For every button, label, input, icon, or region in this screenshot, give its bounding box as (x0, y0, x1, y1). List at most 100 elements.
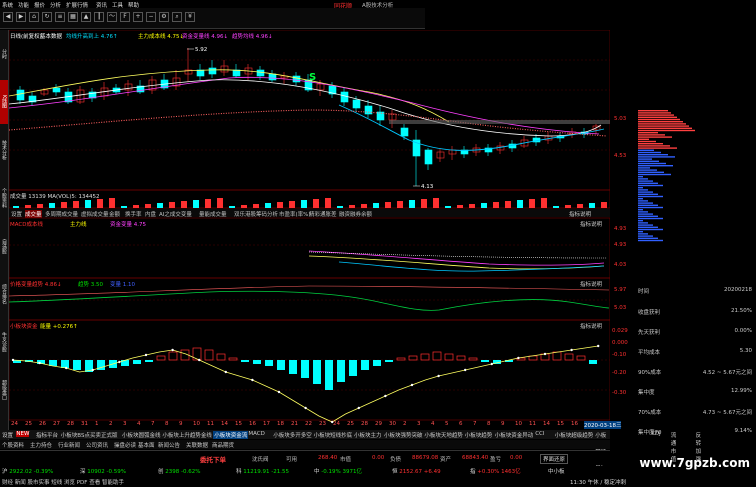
left-sidebar: 分时 K线图 技术分析 个股资料 自选股 综合排名 牛叉诊股 超级盘口 (0, 30, 9, 440)
date-tick-30: 4 (431, 421, 435, 427)
search-icon[interactable]: ⌕ (172, 12, 182, 22)
indicator-tab-volume[interactable]: 成交量 (25, 210, 42, 218)
indicator-tab-ai-volume[interactable]: AI之成交变量 (159, 210, 192, 218)
index-item-5[interactable]: 恒 2152.67 +6.49 (392, 467, 441, 475)
index-item-6[interactable]: 指 +0.30% 1463亿 (470, 467, 521, 475)
date-tick-14: 11 (207, 421, 214, 427)
list-icon[interactable]: ≡ (55, 12, 65, 22)
formula-tab-12[interactable]: 小板块天地趋势 (424, 431, 463, 439)
formula-tab-0[interactable]: 设置 (2, 431, 13, 439)
formula-tab-11[interactable]: 小板块强势突破 (384, 431, 423, 439)
restore-layout-button[interactable]: 界面还原 (540, 454, 569, 464)
indicator-tab-settings[interactable]: 设置 (11, 210, 22, 218)
formula-tab-1[interactable]: NEW (16, 431, 30, 437)
formula-tab-6[interactable]: 小板块资金流 (213, 431, 249, 439)
indicator-tab-energy[interactable]: 量能成交量 (199, 210, 227, 218)
kline-icon[interactable]: ┃ (94, 12, 104, 22)
p4-tick-0: 0.029 (612, 328, 628, 334)
indicator-desc-link-vol[interactable]: 指标说明 (569, 210, 591, 218)
index-item-0[interactable]: 沪 2922.02 -0.39% (2, 467, 53, 475)
p2-tick-0: 4.93 (614, 226, 627, 232)
sidebar-tab-timeshare[interactable]: 分时 (0, 32, 8, 76)
info-tab-related[interactable]: 关联数据 (186, 441, 208, 449)
formula-tab-9[interactable]: 小板块短线抄底 (314, 431, 353, 439)
formula-tab-4[interactable]: 小板块圆弧金线 (122, 431, 161, 439)
formula-tab-14[interactable]: 小板块资金异动 (495, 431, 534, 439)
info-tab-fundamentals[interactable]: 基本面 (138, 441, 155, 449)
sidebar-tab-watchlist[interactable]: 自选股 (0, 224, 8, 268)
indicator-tab-hk-chips[interactable]: 双乐港股筹码分析 (234, 210, 278, 218)
sidebar-tab-ranking[interactable]: 综合排名 (0, 272, 8, 316)
indicator-tab-multi-volume[interactable]: 多周期成交量 (45, 210, 78, 218)
date-tick-9: 4 (137, 421, 141, 427)
back-icon[interactable]: ◀ (3, 12, 13, 22)
formula-tab-2[interactable]: 指标平台 (36, 431, 58, 439)
home-icon[interactable]: ⌂ (29, 12, 39, 22)
chart-base-label: 基本数据 (40, 34, 63, 40)
trade-icon[interactable]: ¥ (185, 12, 195, 22)
indicator-tab-pe[interactable]: 市盈率(率%) (279, 210, 311, 218)
chart-icon[interactable]: ▲ (81, 12, 91, 22)
formula-tab-7[interactable]: MACD (248, 431, 265, 437)
trend-icon[interactable]: ～ (107, 12, 117, 22)
formula-tab-5[interactable]: 小板块上升趋势金线 (162, 431, 212, 439)
indicator-tab-virtual-volume[interactable]: 虚拟成交量 (81, 210, 109, 218)
info-tab-profile[interactable]: 个股资料 (2, 441, 24, 449)
date-tick-17: 16 (249, 421, 256, 427)
order-button[interactable]: 委托下单 (200, 454, 226, 464)
panel3-desc-link[interactable]: 指标说明 (580, 280, 602, 288)
indicator-tab-turnover[interactable]: 换手率 (125, 210, 142, 218)
index-item-4[interactable]: 中 -0.19% 3971亿 (314, 467, 362, 475)
formula-tab-18[interactable]: KDJ (651, 431, 660, 437)
formula-tab-16[interactable]: 小板块超级趋势 (555, 431, 594, 439)
p4-tick-3: -0.20 (612, 370, 627, 376)
panel4-desc-link[interactable]: 指标说明 (580, 322, 602, 330)
indicator-tab-inflation[interactable]: 精彩通胀差 (309, 210, 337, 218)
rp-row-90-cost: 90%成本 4.52 ~ 5.67元之间 (638, 370, 752, 376)
info-tab-announcements[interactable]: 新闻公告 (158, 441, 180, 449)
trade-field-3-value: 88679.08 (412, 455, 439, 461)
grid-icon[interactable]: ▦ (68, 12, 78, 22)
indicator-tab-inner[interactable]: 内盘 (145, 210, 156, 218)
date-tick-37: 11 (529, 421, 536, 427)
zoom-in-icon[interactable]: + (133, 12, 143, 22)
panel2-desc-link[interactable]: 指标说明 (580, 220, 602, 228)
sidebar-tab-diagnose[interactable]: 牛叉诊股 (0, 320, 8, 364)
sidebar-tab-tech[interactable]: 技术分析 (0, 128, 8, 172)
f10-icon[interactable]: F (120, 12, 130, 22)
stock-chart[interactable]: 5.92 S 4.13 (9, 30, 610, 450)
info-tab-must-read[interactable]: 操盘必读 (114, 441, 136, 449)
formula-tab-13[interactable]: 小板块趋势 (465, 431, 493, 439)
volume-series (13, 198, 607, 208)
chart-period-label[interactable]: 日线(前复权) (10, 32, 42, 40)
zoom-out-icon[interactable]: − (146, 12, 156, 22)
date-tick-7: 2 (109, 421, 113, 427)
indicator-tab-amount[interactable]: 金额 (109, 210, 120, 218)
p3-tick-0: 5.97 (614, 287, 627, 293)
settings-icon[interactable]: ⚙ (159, 12, 169, 22)
index-item-7[interactable]: 中小板 (548, 467, 565, 475)
formula-tab-10[interactable]: 小板块主力 (354, 431, 382, 439)
refresh-icon[interactable]: ↻ (42, 12, 52, 22)
formula-tab-15[interactable]: CCI (535, 431, 544, 437)
info-tab-futures[interactable]: 商品期货 (212, 441, 234, 449)
info-tab-holdings[interactable]: 主力持仓 (30, 441, 52, 449)
formula-tab-8[interactable]: 小板块多开多空 (273, 431, 312, 439)
date-tick-0: 24 (11, 421, 18, 427)
bottom-status-bar: 财经 新闻 股市实事 短线 浏览 PDF 查看 智能助手 11:30 午休 / … (0, 476, 756, 487)
sidebar-tab-orderbook[interactable]: 超级盘口 (0, 368, 8, 412)
index-item-2[interactable]: 创 2398 -0.62% (158, 467, 200, 475)
trade-field-5-value: 0.00 (510, 455, 523, 461)
index-item-1[interactable]: 深 10902 -0.59% (80, 467, 126, 475)
forward-icon[interactable]: ▶ (16, 12, 26, 22)
ma-magenta-label: 资金变量线 4.96↓ (182, 34, 229, 40)
sidebar-tab-kline[interactable]: K线图 (0, 80, 8, 124)
info-tab-industry-news[interactable]: 行业新闻 (58, 441, 80, 449)
index-item-3[interactable]: 科 11219.91 -21.55 (236, 467, 289, 475)
formula-tab-3[interactable]: 小板块BS点买卖正式版 (61, 431, 118, 439)
info-tab-company-news[interactable]: 公司资讯 (86, 441, 108, 449)
indicator-tab-margin[interactable]: 融资融券余额 (339, 210, 372, 218)
ma-line-magenta (9, 76, 600, 135)
sidebar-tab-profile[interactable]: 个股资料 (0, 176, 8, 220)
date-tick-33: 7 (473, 421, 477, 427)
